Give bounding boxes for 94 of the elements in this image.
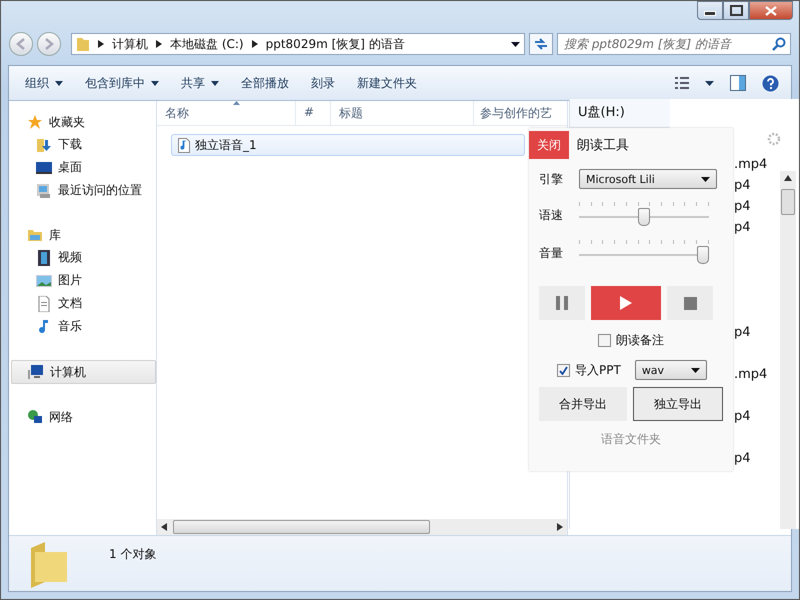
format-dropdown[interactable]: wav — [634, 360, 707, 380]
toolbar-button[interactable]: 全部播放 — [233, 70, 297, 96]
field-label: 语速 — [539, 206, 563, 224]
sidebar-item[interactable]: 收藏夹 — [11, 111, 156, 133]
sidebar-item[interactable]: 下载 — [9, 133, 156, 156]
file-name[interactable]: p4 — [734, 325, 751, 340]
close-button[interactable] — [749, 1, 793, 20]
chevron-icon — [252, 40, 258, 48]
caret-icon — [690, 368, 700, 372]
sidebar-item[interactable]: 音乐 — [9, 315, 156, 338]
export-button[interactable]: 独立导出 — [633, 387, 723, 421]
maximize-button[interactable] — [723, 1, 749, 20]
toolbar-button[interactable]: 共享 — [173, 70, 227, 96]
folder-icon — [29, 542, 69, 588]
slider[interactable] — [579, 240, 709, 266]
file-name[interactable]: p4 — [734, 220, 751, 235]
refresh-icon — [533, 36, 549, 52]
network-icon — [27, 409, 43, 425]
sidebar-item[interactable]: 计算机 — [11, 360, 156, 384]
preview-pane-icon[interactable] — [730, 75, 746, 91]
checkbox[interactable]: 导入PPT — [557, 362, 621, 378]
breadcrumb[interactable]: 本地磁盘 (C:) — [170, 36, 244, 52]
column-header[interactable]: 参与创作的艺 — [474, 101, 567, 125]
panel-title: 朗读工具 — [577, 137, 629, 154]
horizontal-scrollbar[interactable] — [157, 519, 567, 535]
chevron-icon — [156, 40, 162, 48]
refresh-button[interactable] — [529, 33, 553, 55]
star-icon — [27, 114, 43, 130]
sidebar-item-icon — [36, 160, 52, 176]
check-icon — [559, 366, 568, 374]
chevron-icon — [98, 40, 104, 48]
pause-icon — [556, 296, 568, 310]
address-bar[interactable]: 计算机 本地磁盘 (C:) ppt8029m [恢复] 的语音 — [71, 33, 525, 55]
file-item[interactable]: 独立语音_1 — [171, 134, 525, 156]
sidebar-item[interactable]: 视频 — [9, 246, 156, 269]
caret-icon — [701, 176, 710, 182]
sort-arrow-icon — [233, 101, 240, 105]
engine-dropdown[interactable]: Microsoft Lili — [579, 169, 717, 189]
file-name[interactable]: p4 — [734, 199, 751, 214]
sidebar-item[interactable]: 桌面 — [9, 156, 156, 179]
sidebar-item[interactable]: 网络 — [11, 406, 156, 428]
view-list-icon[interactable] — [675, 77, 689, 89]
breadcrumb[interactable]: 计算机 — [112, 36, 148, 52]
minimize-button[interactable] — [697, 1, 723, 20]
scrollbar-thumb[interactable] — [781, 189, 795, 215]
library-icon — [27, 227, 43, 243]
scroll-up-icon[interactable] — [784, 175, 792, 181]
close-button[interactable]: 关闭 — [529, 131, 569, 159]
dropdown-arrow-icon[interactable] — [705, 80, 714, 86]
toolbar-button[interactable]: 刻录 — [303, 70, 343, 96]
column-header[interactable]: # — [296, 101, 331, 125]
scroll-right-icon[interactable] — [557, 523, 563, 531]
breadcrumb[interactable]: ppt8029m [恢复] 的语音 — [266, 36, 405, 52]
field-label: 音量 — [539, 244, 563, 262]
pause-button[interactable] — [539, 286, 585, 320]
sidebar-item-icon — [36, 136, 52, 152]
audio-file-icon — [178, 138, 190, 152]
sidebar-item-icon — [36, 182, 52, 198]
scrollbar-thumb[interactable] — [173, 520, 430, 534]
toolbar-button[interactable]: 组织 — [17, 70, 71, 96]
sidebar-item-icon — [36, 272, 52, 288]
sidebar-item-icon — [36, 250, 52, 266]
window-title: U盘(H:) — [570, 99, 670, 128]
slider[interactable] — [579, 202, 709, 228]
search-icon — [772, 37, 786, 51]
play-button[interactable] — [591, 286, 661, 320]
sidebar-item[interactable]: 最近访问的位置 — [9, 179, 156, 202]
checkbox[interactable]: 朗读备注 — [529, 332, 733, 349]
stop-button[interactable] — [667, 286, 713, 320]
stop-icon — [684, 296, 696, 310]
status-text: 1 个对象 — [109, 546, 156, 563]
vertical-scrollbar[interactable] — [780, 171, 796, 529]
sidebar-item-icon — [36, 296, 52, 312]
play-icon — [620, 296, 632, 310]
close-icon — [765, 6, 777, 16]
sidebar-item[interactable]: 图片 — [9, 269, 156, 292]
help-icon[interactable] — [762, 74, 779, 92]
folder-icon — [76, 36, 90, 52]
column-header[interactable]: 标题 — [331, 101, 474, 125]
toolbar-button[interactable]: 包含到库中 — [77, 70, 167, 96]
field-label: 引擎 — [539, 170, 563, 188]
file-name[interactable]: p4 — [734, 451, 751, 466]
scroll-left-icon[interactable] — [161, 523, 167, 531]
file-name[interactable]: p4 — [734, 409, 751, 424]
export-button[interactable]: 合并导出 — [539, 387, 627, 421]
sidebar-item[interactable]: 文档 — [9, 292, 156, 315]
dropdown-arrow-icon[interactable] — [511, 42, 520, 46]
sidebar-item[interactable]: 库 — [11, 224, 156, 246]
file-name[interactable]: p4 — [734, 178, 751, 193]
search-field[interactable]: 搜索 ppt8029m [恢复] 的语音 — [557, 33, 791, 55]
file-name[interactable]: .mp4 — [734, 157, 768, 172]
file-name[interactable]: .mp4 — [734, 367, 768, 382]
computer-icon — [28, 364, 44, 380]
toolbar-button[interactable]: 新建文件夹 — [349, 70, 425, 96]
